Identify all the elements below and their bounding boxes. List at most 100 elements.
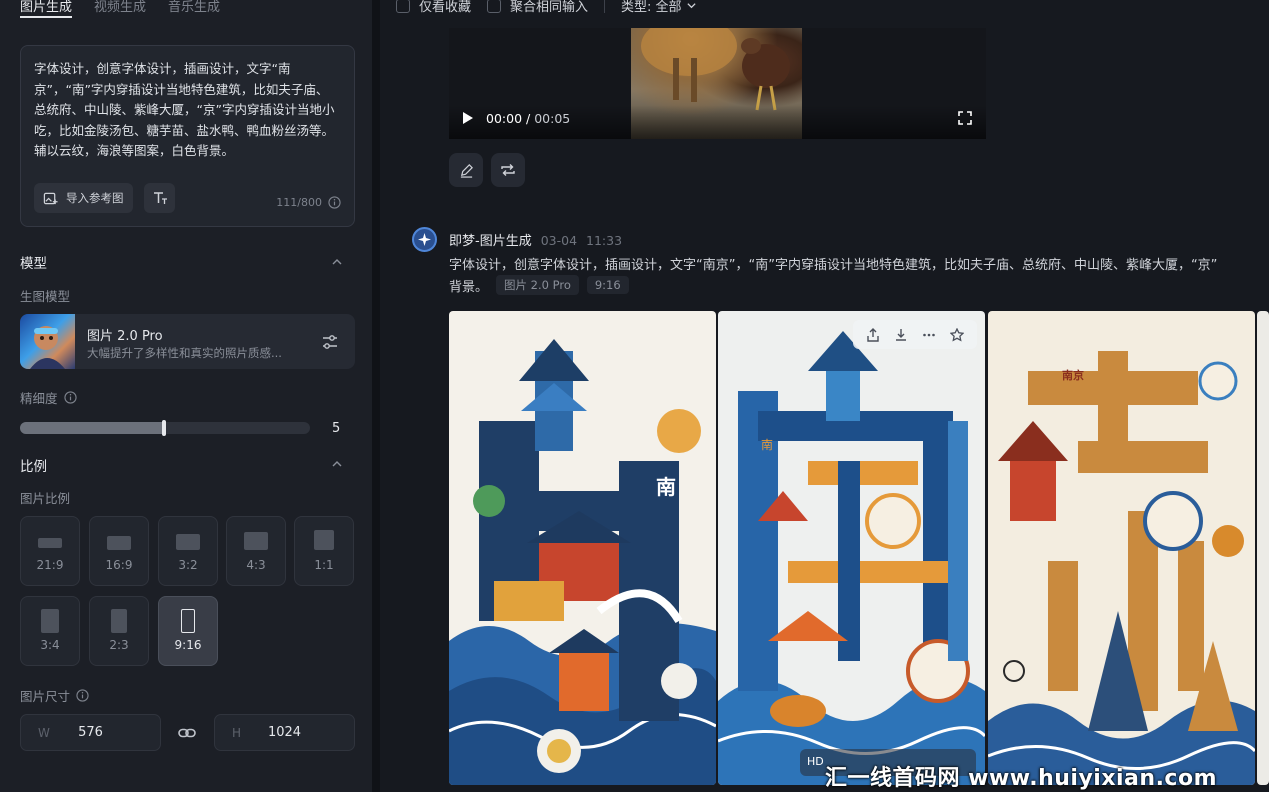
tab-video-gen[interactable]: 视频生成 bbox=[94, 0, 146, 18]
sliders-icon[interactable] bbox=[321, 333, 339, 351]
ratio-label: 1:1 bbox=[314, 558, 334, 572]
height-input[interactable]: H 1024 bbox=[214, 714, 355, 751]
ratio-1-1[interactable]: 1:1 bbox=[294, 516, 354, 586]
mode-tabs: 图片生成 视频生成 音乐生成 bbox=[20, 0, 220, 18]
ratio-label: 4:3 bbox=[246, 558, 266, 572]
detail-label-row: 精细度 bbox=[20, 388, 77, 407]
ratio-label: 3:4 bbox=[40, 638, 60, 652]
video-time: 00:00 / 00:05 bbox=[486, 111, 570, 126]
ratio-sub-label: 图片比例 bbox=[20, 491, 71, 506]
ratio-2-3[interactable]: 2:3 bbox=[89, 596, 149, 666]
jimeng-avatar bbox=[412, 227, 437, 252]
video-duration: 00:05 bbox=[534, 111, 571, 126]
size-label: 图片尺寸 bbox=[20, 689, 71, 704]
generation-header: 即梦-图片生成 03-04 11:33 bbox=[449, 230, 622, 249]
tab-image-gen[interactable]: 图片生成 bbox=[20, 0, 73, 18]
model-chip: 图片 2.0 Pro bbox=[496, 275, 579, 295]
chevron-up-icon[interactable] bbox=[331, 256, 343, 268]
hd-button[interactable]: HD bbox=[807, 755, 824, 768]
detail-slider-fill bbox=[20, 422, 164, 434]
text-format-icon bbox=[153, 192, 167, 204]
generation-date: 03-04 bbox=[540, 233, 578, 248]
merge-same-toggle[interactable]: 聚合相同输入 bbox=[487, 0, 588, 15]
detail-slider-handle[interactable] bbox=[162, 420, 166, 436]
image-toolbar bbox=[853, 320, 977, 349]
char-counter: 111/800 bbox=[276, 196, 341, 209]
model-selector[interactable]: 图片 2.0 Pro 大幅提升了多样性和真实的照片质感... bbox=[20, 314, 355, 369]
tab-music-gen[interactable]: 音乐生成 bbox=[168, 0, 220, 18]
ratio-21-9[interactable]: 21:9 bbox=[20, 516, 80, 586]
ratio-3-4[interactable]: 3:4 bbox=[20, 596, 80, 666]
image-char: 南 bbox=[656, 475, 676, 499]
image-char: 南京 bbox=[1062, 369, 1084, 382]
ratio-label: 9:16 bbox=[174, 638, 202, 652]
more-icon[interactable] bbox=[922, 328, 936, 342]
info-icon[interactable] bbox=[76, 689, 89, 702]
text-style-button[interactable] bbox=[144, 183, 175, 213]
generated-image-3[interactable]: 南京 bbox=[988, 311, 1255, 785]
ratio-16-9[interactable]: 16:9 bbox=[89, 516, 149, 586]
ratio-4-3[interactable]: 4:3 bbox=[226, 516, 286, 586]
generation-source: 即梦-图片生成 bbox=[449, 234, 532, 249]
filter-bar: 仅看收藏 聚合相同输入 类型: 全部 bbox=[396, 0, 713, 15]
generated-image-1[interactable]: 南 bbox=[449, 311, 716, 785]
ratio-section-title: 比例 bbox=[20, 459, 47, 475]
fullscreen-icon[interactable] bbox=[958, 111, 972, 125]
height-value: 1024 bbox=[267, 725, 302, 740]
type-dropdown-label: 类型: 全部 bbox=[621, 0, 682, 15]
model-name: 图片 2.0 Pro bbox=[87, 329, 163, 344]
star-icon[interactable] bbox=[950, 327, 964, 342]
filter-divider bbox=[604, 0, 606, 13]
sparkle-icon bbox=[418, 233, 431, 246]
size-label-row: 图片尺寸 bbox=[20, 686, 89, 705]
info-icon[interactable] bbox=[63, 391, 77, 404]
type-dropdown[interactable]: 类型: 全部 bbox=[621, 0, 697, 15]
width-input[interactable]: W 576 bbox=[20, 714, 161, 751]
only-favorites-label: 仅看收藏 bbox=[419, 0, 472, 15]
ratio-3-2[interactable]: 3:2 bbox=[158, 516, 218, 586]
generated-image-2[interactable]: 南 bbox=[718, 311, 985, 785]
link-icon[interactable] bbox=[177, 723, 197, 743]
chevron-down-icon bbox=[686, 3, 696, 9]
import-reference-button[interactable]: 导入参考图 bbox=[34, 183, 133, 213]
only-favorites-toggle[interactable]: 仅看收藏 bbox=[396, 0, 471, 15]
generation-prompt-tail: 背景。 bbox=[449, 279, 489, 295]
video-player[interactable]: 00:00 / 00:05 bbox=[449, 28, 986, 139]
import-reference-label: 导入参考图 bbox=[66, 191, 124, 205]
checkbox[interactable] bbox=[396, 0, 410, 13]
generation-time: 11:33 bbox=[586, 233, 623, 248]
pencil-icon bbox=[460, 163, 473, 178]
prompt-input[interactable]: 字体设计，创意字体设计，插画设计，文字“南京”，“南”字内穿插设计当地特色建筑，… bbox=[34, 59, 339, 169]
detail-label: 精细度 bbox=[20, 391, 58, 406]
detail-value: 5 bbox=[332, 421, 341, 436]
panel-divider bbox=[372, 0, 380, 792]
checkbox[interactable] bbox=[487, 0, 502, 13]
video-time-separator: / bbox=[526, 111, 531, 126]
image-add-icon bbox=[43, 192, 58, 204]
ratio-chip: 9:16 bbox=[586, 276, 629, 294]
detail-slider[interactable] bbox=[20, 420, 310, 436]
char-counter-value: 111/800 bbox=[276, 196, 322, 209]
ratio-9-16[interactable]: 9:16 bbox=[158, 596, 218, 666]
site-watermark: 汇一线首码网 www.huiyixian.com bbox=[825, 766, 1218, 791]
info-icon[interactable] bbox=[328, 196, 341, 209]
prompt-box[interactable]: 字体设计，创意字体设计，插画设计，文字“南京”，“南”字内穿插设计当地特色建筑，… bbox=[20, 45, 355, 227]
edit-button[interactable] bbox=[449, 153, 483, 187]
download-icon[interactable] bbox=[894, 328, 908, 342]
video-current-time: 00:00 bbox=[486, 111, 523, 126]
share-icon[interactable] bbox=[866, 327, 880, 342]
generated-image-4-partial[interactable] bbox=[1257, 311, 1269, 785]
generation-prompt: 字体设计，创意字体设计，插画设计，文字“南京”，“南”字内穿插设计当地特色建筑，… bbox=[449, 258, 1218, 273]
image-char: 南 bbox=[761, 438, 774, 452]
width-value: 576 bbox=[78, 725, 103, 740]
model-section-title: 模型 bbox=[20, 256, 47, 272]
ratio-label: 21:9 bbox=[36, 558, 64, 572]
model-description: 大幅提升了多样性和真实的照片质感... bbox=[87, 346, 282, 360]
merge-same-label: 聚合相同输入 bbox=[510, 0, 589, 15]
chevron-up-icon[interactable] bbox=[331, 458, 343, 470]
regenerate-button[interactable] bbox=[491, 153, 525, 187]
play-icon[interactable] bbox=[463, 112, 473, 124]
repeat-icon bbox=[501, 164, 515, 176]
generation-prompt-row2: 背景。 图片 2.0 Pro 9:16 bbox=[449, 275, 629, 295]
model-thumbnail bbox=[20, 314, 75, 369]
